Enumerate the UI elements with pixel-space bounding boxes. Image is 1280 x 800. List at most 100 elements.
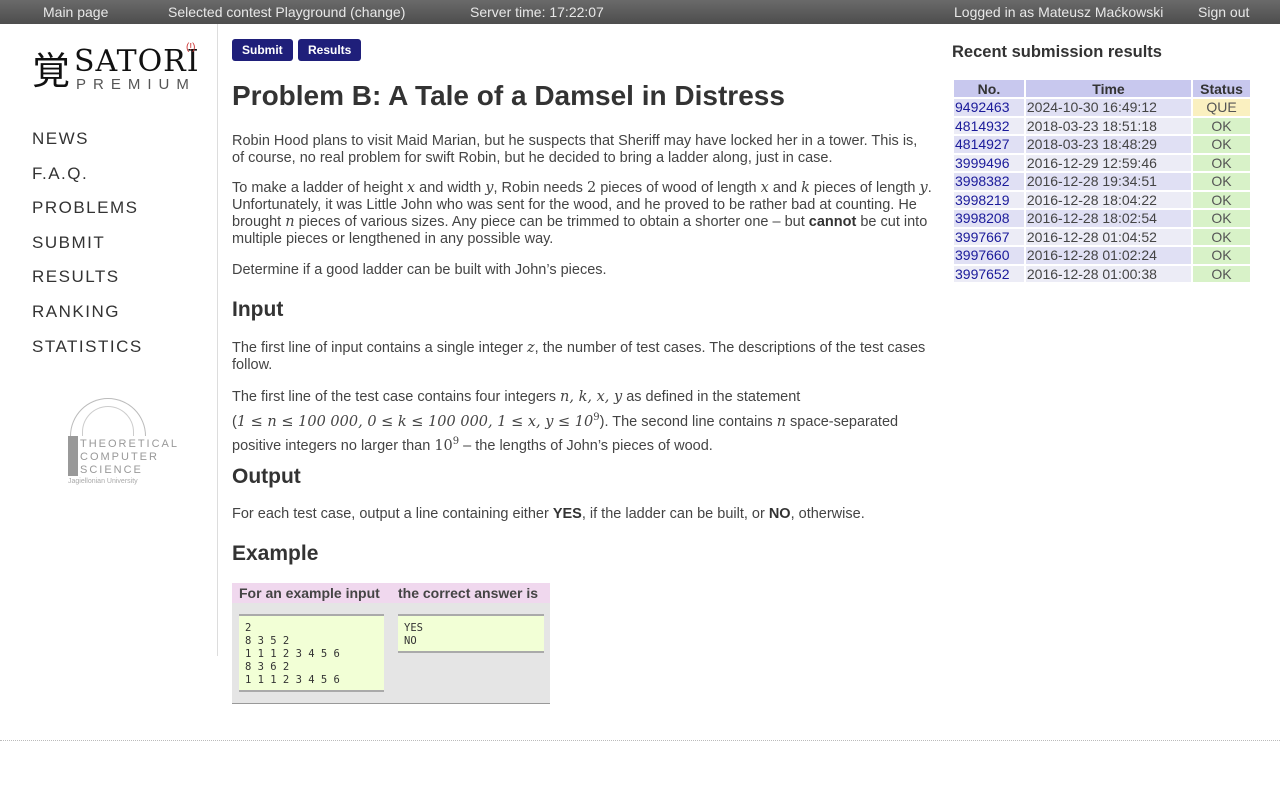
table-row: 3997667 2016-12-28 01:04:52 OK [954, 228, 1250, 245]
example-input-header: For an example input [239, 585, 380, 601]
tcs-logo[interactable]: THEORETICAL COMPUTER SCIENCE Jagiellonia… [64, 398, 177, 490]
submission-number: 3998219 [954, 191, 1024, 208]
results-button[interactable]: Results [298, 39, 362, 61]
submission-time: 2016-12-28 01:00:38 [1025, 265, 1192, 282]
tcs-university: Jagiellonian University [68, 478, 138, 485]
submission-time: 2016-12-29 12:59:46 [1025, 154, 1192, 171]
top-bar: Main page Selected contest Playground (c… [0, 0, 1280, 24]
nav-statistics[interactable]: STATISTICS [32, 336, 143, 371]
submission-time: 2016-12-28 01:02:24 [1025, 247, 1192, 264]
tcs-line-3: SCIENCE [80, 464, 143, 476]
column-header-time: Time [1025, 80, 1192, 97]
submission-number: 3999496 [954, 154, 1024, 171]
submission-number: 4814932 [954, 117, 1024, 134]
logo-satori-text: SATORI [74, 44, 200, 79]
example-header: For an example input the correct answer … [232, 583, 550, 603]
tcs-line-1: THEORETICAL [80, 438, 180, 450]
submission-time: 2016-12-28 18:02:54 [1025, 210, 1192, 227]
submission-link[interactable]: 4814932 [955, 118, 1010, 134]
status-badge: OK [1193, 247, 1250, 264]
submission-time: 2016-12-28 18:04:22 [1025, 191, 1192, 208]
submission-link[interactable]: 4814927 [955, 136, 1010, 152]
column-header-status: Status [1193, 80, 1250, 97]
status-badge: OK [1193, 210, 1250, 227]
submission-link[interactable]: 3998208 [955, 210, 1010, 226]
submission-link[interactable]: 3997652 [955, 266, 1010, 282]
nav-problems[interactable]: PROBLEMS [32, 197, 143, 232]
nav-news[interactable]: NEWS [32, 128, 143, 163]
table-row: 3999496 2016-12-29 12:59:46 OK [954, 154, 1250, 171]
status-badge: QUE [1193, 99, 1250, 116]
submission-number: 3997660 [954, 247, 1024, 264]
submission-link[interactable]: 3998382 [955, 173, 1010, 189]
sidebar: 覚 SATORI (!) PREMIUM NEWS F.A.Q. PROBLEM… [0, 24, 218, 656]
table-row: 4814932 2018-03-23 18:51:18 OK [954, 117, 1250, 134]
statement-paragraph-3: Determine if a good ladder can be built … [232, 262, 607, 278]
submission-link[interactable]: 3997660 [955, 247, 1010, 263]
example-heading: Example [232, 542, 319, 565]
status-badge: OK [1193, 136, 1250, 153]
table-row: 3998208 2016-12-28 18:02:54 OK [954, 210, 1250, 227]
nav-results[interactable]: RESULTS [32, 266, 143, 301]
example-input-box[interactable]: 2 8 3 5 2 1 1 1 2 3 4 5 6 8 3 6 2 1 1 1 … [239, 614, 384, 692]
example-output-box[interactable]: YES NO [398, 614, 544, 653]
sign-out-link[interactable]: Sign out [1198, 4, 1249, 20]
submission-number: 3998382 [954, 173, 1024, 190]
satori-logo[interactable]: 覚 SATORI (!) PREMIUM [32, 42, 202, 94]
logo-mark: (!) [186, 42, 196, 53]
example-table: For an example input the correct answer … [232, 583, 550, 704]
table-row: 3997660 2016-12-28 01:02:24 OK [954, 247, 1250, 264]
table-row: 4814927 2018-03-23 18:48:29 OK [954, 136, 1250, 153]
tcs-line-2: COMPUTER [80, 451, 159, 463]
submit-button[interactable]: Submit [232, 39, 293, 61]
submission-number: 3997667 [954, 228, 1024, 245]
submission-link[interactable]: 3999496 [955, 155, 1010, 171]
status-badge: OK [1193, 117, 1250, 134]
status-badge: OK [1193, 191, 1250, 208]
table-row: 3997652 2016-12-28 01:00:38 OK [954, 265, 1250, 282]
table-row: 3998382 2016-12-28 19:34:51 OK [954, 173, 1250, 190]
submission-time: 2024-10-30 16:49:12 [1025, 99, 1192, 116]
submission-number: 4814927 [954, 136, 1024, 153]
submission-number: 3998208 [954, 210, 1024, 227]
submission-number: 9492463 [954, 99, 1024, 116]
status-badge: OK [1193, 154, 1250, 171]
statement-paragraph-1: Robin Hood plans to visit Maid Marian, b… [232, 133, 918, 166]
output-paragraph: For each test case, output a line contai… [232, 506, 865, 522]
table-row: 9492463 2024-10-30 16:49:12 QUE [954, 99, 1250, 116]
input-paragraph-1: The first line of input contains a singl… [232, 340, 926, 373]
logo-kanji: 覚 [32, 49, 71, 93]
submission-link[interactable]: 3998219 [955, 192, 1010, 208]
main-nav: NEWS F.A.Q. PROBLEMS SUBMIT RESULTS RANK… [32, 128, 143, 370]
table-row: 3998219 2016-12-28 18:04:22 OK [954, 191, 1250, 208]
status-badge: OK [1193, 173, 1250, 190]
submission-link[interactable]: 3997667 [955, 229, 1010, 245]
tcs-bar-icon [68, 436, 78, 476]
submission-time: 2018-03-23 18:51:18 [1025, 117, 1192, 134]
server-time: Server time: 17:22:07 [470, 4, 604, 20]
input-heading: Input [232, 298, 284, 321]
logo-premium-text: PREMIUM [76, 76, 196, 93]
submission-time: 2018-03-23 18:48:29 [1025, 136, 1192, 153]
nav-ranking[interactable]: RANKING [32, 301, 143, 336]
footer-divider [0, 740, 1280, 741]
nav-faq[interactable]: F.A.Q. [32, 163, 143, 198]
recent-results-title: Recent submission results [952, 43, 1162, 61]
output-heading: Output [232, 465, 301, 488]
selected-contest-link[interactable]: Selected contest Playground (change) [168, 4, 405, 20]
problem-title: Problem B: A Tale of a Damsel in Distres… [232, 80, 785, 111]
logged-in-user[interactable]: Logged in as Mateusz Maćkowski [954, 4, 1163, 20]
input-paragraph-2: The first line of the test case contains… [232, 389, 899, 454]
status-badge: OK [1193, 265, 1250, 282]
nav-submit[interactable]: SUBMIT [32, 232, 143, 267]
main-page-link[interactable]: Main page [43, 4, 108, 20]
column-header-no: No. [954, 80, 1024, 97]
status-badge: OK [1193, 228, 1250, 245]
recent-results-table: No. Time Status 9492463 2024-10-30 16:49:… [952, 78, 1252, 284]
submission-link[interactable]: 9492463 [955, 99, 1010, 115]
submission-time: 2016-12-28 01:04:52 [1025, 228, 1192, 245]
example-output-header: the correct answer is [398, 585, 539, 601]
submission-number: 3997652 [954, 265, 1024, 282]
statement-paragraph-2: To make a ladder of height x and width y… [232, 180, 932, 247]
submission-time: 2016-12-28 19:34:51 [1025, 173, 1192, 190]
